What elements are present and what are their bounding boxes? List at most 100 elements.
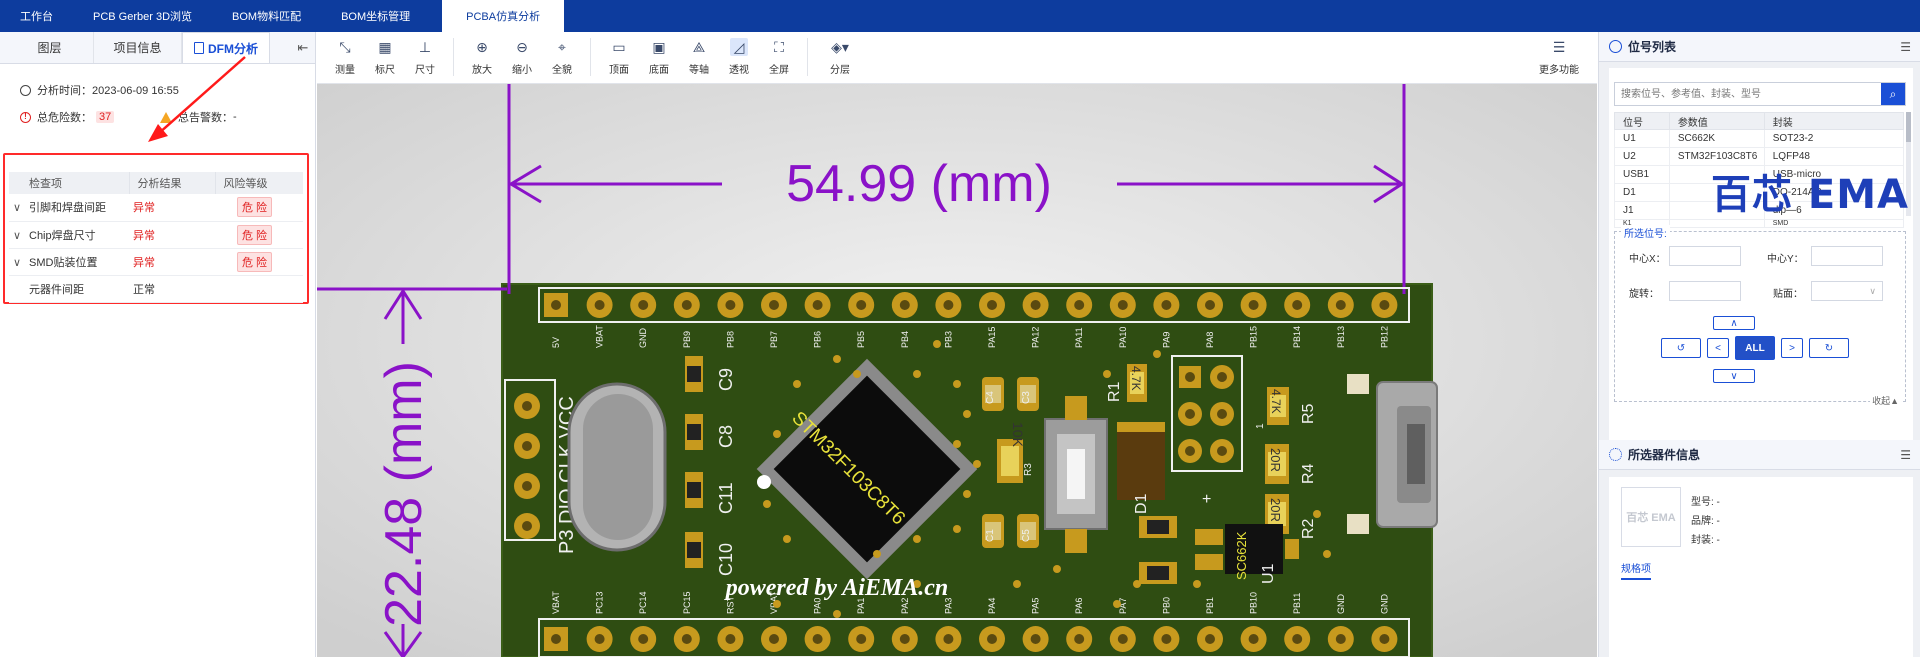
pin1-label: 1: [1255, 423, 1266, 429]
up-button[interactable]: ∧: [1713, 316, 1755, 330]
fullscreen-label: 全屏: [769, 65, 789, 76]
tab-layers[interactable]: 图层: [6, 32, 94, 63]
tab-bom-match[interactable]: BOM物料匹配: [212, 0, 321, 32]
menu-icon[interactable]: ☰: [1900, 448, 1911, 462]
error-icon: !: [20, 111, 31, 123]
refdes-cell: U1: [1614, 129, 1670, 148]
pos-list-title: 位号列表: [1628, 40, 1677, 54]
layers-button[interactable]: ◈▾ 分层: [816, 32, 864, 84]
pad-hole: [551, 300, 561, 310]
chevron-down-icon[interactable]: ∨: [13, 229, 21, 242]
pin-label: PC15: [682, 591, 692, 614]
isometric-label: 等轴: [689, 65, 709, 76]
all-button[interactable]: ALL: [1735, 336, 1775, 360]
tab-workbench[interactable]: 工作台: [0, 0, 73, 32]
c5-label: C5: [1021, 529, 1032, 542]
center-x-field[interactable]: [1669, 246, 1741, 266]
bottom-view-icon: ▣: [652, 38, 666, 55]
down-button[interactable]: ∨: [1713, 369, 1755, 383]
menu-icon[interactable]: ☰: [1900, 40, 1911, 54]
zoom-in-button[interactable]: ⊕ 放大: [462, 32, 502, 84]
search-input[interactable]: [1615, 83, 1881, 105]
zoom-in-icon: ⊕: [476, 38, 488, 55]
collapse-button[interactable]: 收起▲: [1870, 394, 1901, 407]
measure-button[interactable]: ⤡ 测量: [325, 32, 365, 84]
table-row[interactable]: ∨ 引脚和焊盘间距 异常 危 险: [9, 194, 303, 222]
pad-hole: [987, 300, 997, 310]
ruler-icon: ▦: [378, 38, 392, 55]
ruler-label: 标尺: [375, 65, 395, 76]
via: [783, 535, 791, 543]
pcb-scene[interactable]: 54.99 (mm) 22.48 (mm) 5V VBAT GND PB9 PB8 PB7…: [317, 84, 1597, 657]
bottom-view-button[interactable]: ▣ 底面: [639, 32, 679, 84]
model-field: 型号: -: [1691, 497, 1720, 508]
result-cell: 正常: [129, 275, 215, 303]
refdes-cell: USB1: [1614, 165, 1670, 184]
c8-label: C8: [716, 425, 736, 448]
col-value: 参数值: [1668, 112, 1765, 130]
risk-cell: [215, 275, 303, 303]
fit-view-button[interactable]: ⌖ 全貌: [542, 32, 582, 84]
more-functions-button[interactable]: ☰ 更多功能: [1531, 32, 1587, 84]
component-info-header: 所选器件信息 ☰: [1599, 440, 1920, 470]
chevron-down-icon[interactable]: ∨: [13, 256, 21, 269]
via: [763, 500, 771, 508]
component-info-title: 所选器件信息: [1628, 448, 1701, 462]
pad-hole: [1161, 300, 1172, 310]
toolbar-divider: [807, 38, 808, 76]
pad-hole: [638, 634, 649, 644]
pcb-canvas[interactable]: 54.99 (mm) 22.48 (mm) 5V VBAT GND PB9 PB8 PB7…: [317, 84, 1597, 657]
table-row[interactable]: ∨ SMD贴装位置 异常 危 险: [9, 248, 303, 276]
rotate-right-button[interactable]: ↻: [1809, 338, 1849, 358]
col-refdes: 位号: [1614, 112, 1670, 130]
package-cell: SMD: [1763, 219, 1905, 228]
tab-gerber-3d[interactable]: PCB Gerber 3D浏览: [73, 0, 212, 32]
search-icon[interactable]: ⌕: [1881, 83, 1905, 105]
selected-pos-box: 所选位号: 中心X： 中心Y： 旋转： 贴面： ∨ ∧ ↺ < ALL > ↻ …: [1614, 225, 1906, 407]
via: [793, 380, 801, 388]
width-dimension-label: 54.99 (mm): [786, 155, 1052, 213]
pin-label: PB4: [900, 331, 910, 348]
center-x-label: 中心X：: [1629, 254, 1666, 265]
prev-button[interactable]: <: [1707, 338, 1729, 358]
via: [953, 380, 961, 388]
dimension-button[interactable]: ⊥ 尺寸: [405, 32, 445, 84]
pad-hole: [899, 634, 910, 644]
check-item: 引脚和焊盘间距: [29, 202, 106, 215]
pad-hole: [1379, 634, 1390, 644]
next-button[interactable]: >: [1781, 338, 1803, 358]
fit-view-icon: ⌖: [558, 38, 566, 55]
u1-chip-label: SC662K: [1234, 531, 1249, 580]
isometric-button[interactable]: ⟁ 等轴: [679, 32, 719, 84]
via: [1313, 510, 1321, 518]
perspective-label: 透视: [729, 65, 749, 76]
fullscreen-button[interactable]: ⛶ 全屏: [759, 32, 799, 84]
watermark: powered by AiEMA.cn: [724, 575, 948, 601]
top-view-button[interactable]: ▭ 顶面: [599, 32, 639, 84]
pad-hole: [1379, 300, 1390, 310]
collapse-panel-icon[interactable]: ⇤: [291, 32, 315, 63]
pad-hole: [1248, 634, 1259, 644]
pad-hole: [1074, 300, 1085, 310]
table-row[interactable]: U1 SC662K SOT23-2: [1614, 129, 1905, 148]
chevron-left-icon: <: [1715, 342, 1721, 354]
pin-label: PB0: [1161, 597, 1171, 614]
table-row[interactable]: 元器件间距 正常: [9, 275, 303, 303]
chevron-down-icon[interactable]: ∨: [13, 201, 21, 214]
tab-bom-coords[interactable]: BOM坐标管理: [321, 0, 430, 32]
center-y-field[interactable]: [1811, 246, 1883, 266]
perspective-button[interactable]: ◿ 透视: [719, 32, 759, 84]
rotate-field[interactable]: [1669, 281, 1741, 301]
rotate-left-button[interactable]: ↺: [1661, 338, 1701, 358]
pin-label: PB14: [1292, 326, 1302, 348]
gear-icon: [1609, 448, 1622, 461]
zoom-out-button[interactable]: ⊖ 缩小: [502, 32, 542, 84]
ruler-button[interactable]: ▦ 标尺: [365, 32, 405, 84]
danger-label: 总危险数：: [37, 112, 92, 124]
tab-spec[interactable]: 规格项: [1621, 560, 1651, 580]
tab-pcba-sim[interactable]: PCBA仿真分析: [442, 0, 565, 32]
table-row[interactable]: ∨ Chip焊盘尺寸 异常 危 险: [9, 221, 303, 249]
value-cell: [1668, 219, 1765, 228]
mount-select[interactable]: ∨: [1811, 281, 1883, 301]
pin-label: PB1: [1205, 597, 1215, 614]
